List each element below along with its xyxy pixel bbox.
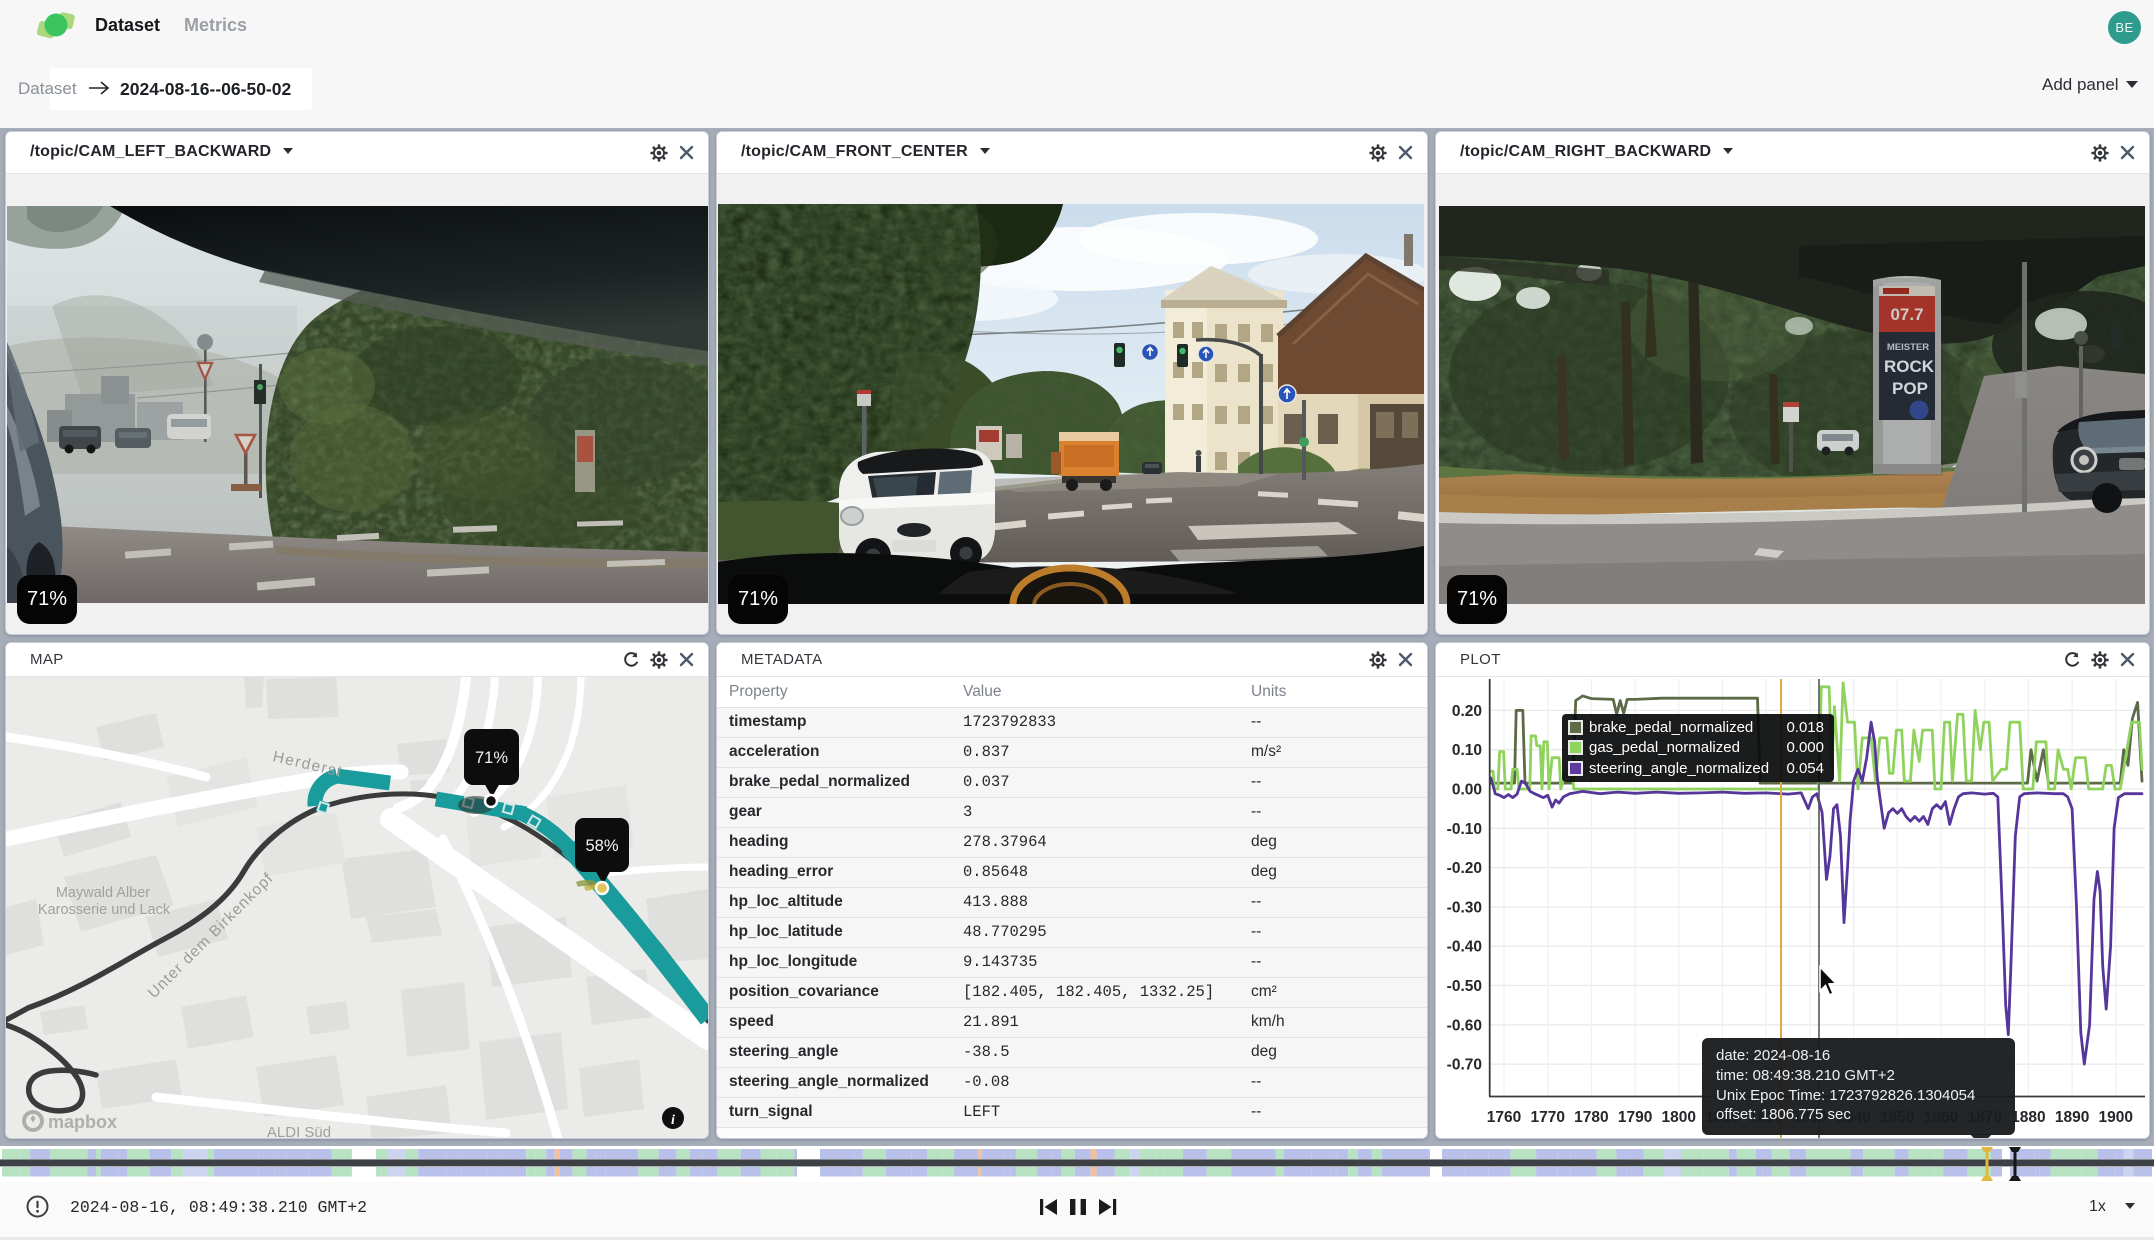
svg-text:-0.70: -0.70 [1447,1057,1482,1074]
svg-text:1880: 1880 [2011,1109,2045,1126]
svg-text:1770: 1770 [1530,1109,1564,1126]
svg-text:58%: 58% [585,837,618,855]
svg-text:-0.50: -0.50 [1447,978,1482,995]
svg-text:mapbox: mapbox [48,1112,117,1132]
svg-text:-0.20: -0.20 [1447,860,1482,877]
svg-text:0.10: 0.10 [1452,742,1482,759]
svg-text:0.20: 0.20 [1452,703,1482,720]
svg-text:1790: 1790 [1618,1109,1652,1126]
svg-text:ALDI Süd: ALDI Süd [267,1124,331,1139]
svg-text:71%: 71% [475,749,508,767]
svg-text:1800: 1800 [1662,1109,1696,1126]
svg-text:-0.30: -0.30 [1447,899,1482,916]
svg-text:1760: 1760 [1487,1109,1521,1126]
svg-text:Maywald Alber: Maywald Alber [56,885,150,901]
svg-text:i: i [671,1113,675,1128]
svg-text:1900: 1900 [2099,1109,2133,1126]
svg-text:-0.60: -0.60 [1447,1017,1482,1034]
svg-text:Karosserie und Lack: Karosserie und Lack [38,902,171,918]
svg-text:-0.10: -0.10 [1447,821,1482,838]
svg-text:1780: 1780 [1574,1109,1608,1126]
svg-text:1890: 1890 [2055,1109,2089,1126]
svg-text:0.00: 0.00 [1452,782,1482,799]
svg-text:-0.40: -0.40 [1447,939,1482,956]
